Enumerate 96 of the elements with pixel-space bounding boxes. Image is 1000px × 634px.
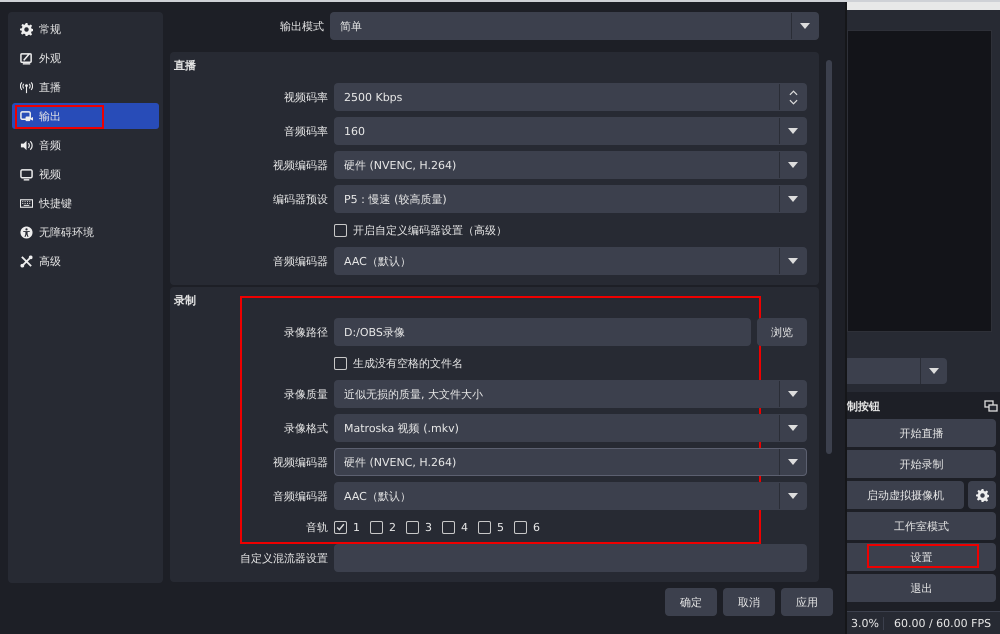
dropdown[interactable]: 160	[334, 117, 807, 145]
keyboard-icon	[20, 196, 33, 210]
sidebar-item[interactable]: 快捷键	[12, 190, 159, 216]
gear-icon	[976, 488, 988, 502]
caret-icon	[788, 162, 798, 168]
checkbox[interactable]	[334, 224, 347, 236]
checkbox-label: 开启自定义编码器设置（高级）	[353, 222, 507, 238]
sidebar-label: 外观	[39, 50, 61, 66]
spin-box[interactable]: 2500 Kbps	[334, 83, 807, 111]
section-title: 直播	[174, 58, 197, 73]
caret-icon	[788, 425, 798, 431]
dropdown[interactable]: 近似无损的质量, 大文件大小	[334, 380, 807, 408]
undock-icon[interactable]	[984, 400, 998, 412]
field-label: 自定义混流器设置	[239, 550, 328, 566]
control-button[interactable]: 工作室模式	[847, 512, 996, 540]
field-label: 音频编码器	[272, 254, 328, 268]
gear-button[interactable]	[968, 481, 996, 509]
checkbox[interactable]	[406, 520, 419, 534]
caret-icon	[788, 391, 798, 397]
browse-button[interactable]: 浏览	[757, 318, 807, 346]
sidebar-item[interactable]: 无障碍环境	[12, 219, 159, 245]
caret-icon	[788, 493, 798, 499]
sidebar-item[interactable]: 输出	[12, 103, 159, 129]
cpu-usage: 3.0%	[850, 616, 880, 630]
section-title: 录制	[174, 293, 197, 308]
sidebar-item[interactable]: 高级	[12, 248, 159, 274]
field-label: 输出模式	[279, 18, 324, 34]
dropdown[interactable]: 硬件 (NVENC, H.264)	[334, 448, 807, 476]
input-field[interactable]	[334, 544, 807, 572]
sidebar-label: 输出	[39, 108, 61, 124]
checkbox[interactable]	[370, 520, 383, 534]
sidebar-label: 视频	[39, 166, 61, 182]
dropdown[interactable]: AAC（默认）	[334, 247, 807, 275]
dropdown[interactable]: 简单	[330, 12, 819, 40]
caret-icon	[788, 196, 798, 202]
checkbox-label: 5	[497, 520, 504, 534]
sidebar-item[interactable]: 视频	[12, 161, 159, 187]
dropdown[interactable]: P5：慢速 (较高质量)	[334, 185, 807, 213]
dialog-button[interactable]: 确定	[665, 588, 717, 616]
field-label: 录像质量	[283, 386, 328, 402]
field-label: 音频编码器	[272, 488, 328, 504]
sidebar-label: 无障碍环境	[39, 224, 94, 240]
accessibility-icon	[20, 226, 33, 238]
checkbox[interactable]	[478, 520, 491, 534]
caret-icon	[788, 128, 798, 134]
sidebar-label: 快捷键	[39, 196, 72, 210]
field-label: 视频码率	[283, 90, 328, 104]
tools-icon	[20, 254, 33, 268]
path-field[interactable]: D:/OBS录像	[334, 318, 751, 346]
dialog-button[interactable]: 应用	[781, 588, 833, 616]
field-label: 编码器预设	[272, 192, 328, 206]
caret-icon	[788, 459, 798, 465]
output-icon	[20, 110, 33, 122]
caret-icon	[929, 368, 939, 374]
checkbox[interactable]	[514, 520, 527, 534]
gear-icon	[20, 22, 33, 36]
field-label: 音轨	[305, 520, 328, 534]
sidebar-item[interactable]: 外观	[12, 45, 159, 71]
control-button[interactable]: 开始录制	[847, 450, 996, 478]
sidebar-label: 音频	[39, 138, 61, 152]
checkbox-label: 生成没有空格的文件名	[353, 356, 463, 370]
fps-reading: 60.00 / 60.00 FPS	[882, 616, 996, 630]
up-down-arrows-icon	[788, 90, 798, 104]
field-label: 录像格式	[283, 420, 328, 436]
field-label: 音频码率	[283, 124, 328, 138]
checkbox-label: 2	[389, 520, 396, 534]
checkbox[interactable]	[334, 520, 347, 534]
monitor-icon	[20, 168, 33, 180]
dropdown[interactable]: Matroska 视频 (.mkv)	[334, 414, 807, 442]
dropdown[interactable]: 硬件 (NVENC, H.264)	[334, 151, 807, 179]
panel-title: 制按钮	[847, 398, 880, 414]
field-label: 视频编码器	[272, 454, 328, 470]
dialog-button[interactable]: 取消	[723, 588, 775, 616]
field-label: 录像路径	[283, 324, 328, 340]
caret-icon	[788, 258, 798, 264]
monitor-brush-icon	[20, 52, 33, 64]
sidebar-label: 高级	[39, 254, 61, 268]
sidebar-item[interactable]: 音频	[12, 132, 159, 158]
speaker-icon	[20, 138, 33, 152]
checkbox[interactable]	[334, 356, 347, 370]
antenna-icon	[20, 80, 33, 94]
caret-icon	[800, 23, 810, 29]
checkbox[interactable]	[442, 520, 455, 534]
checkbox-label: 4	[461, 520, 468, 534]
control-button[interactable]: 开始直播	[847, 419, 996, 447]
checkbox-label: 3	[425, 520, 432, 534]
dropdown[interactable]: AAC（默认）	[334, 482, 807, 510]
sidebar-label: 直播	[39, 80, 61, 94]
control-button[interactable]: 退出	[847, 574, 996, 602]
checkbox-label: 1	[353, 520, 360, 534]
field-label: 视频编码器	[272, 158, 328, 172]
sidebar-label: 常规	[39, 22, 61, 36]
sidebar-item[interactable]: 直播	[12, 74, 159, 100]
sidebar-item[interactable]: 常规	[12, 16, 159, 42]
control-button[interactable]: 启动虚拟摄像机	[847, 481, 964, 509]
checkbox-label: 6	[533, 520, 540, 534]
